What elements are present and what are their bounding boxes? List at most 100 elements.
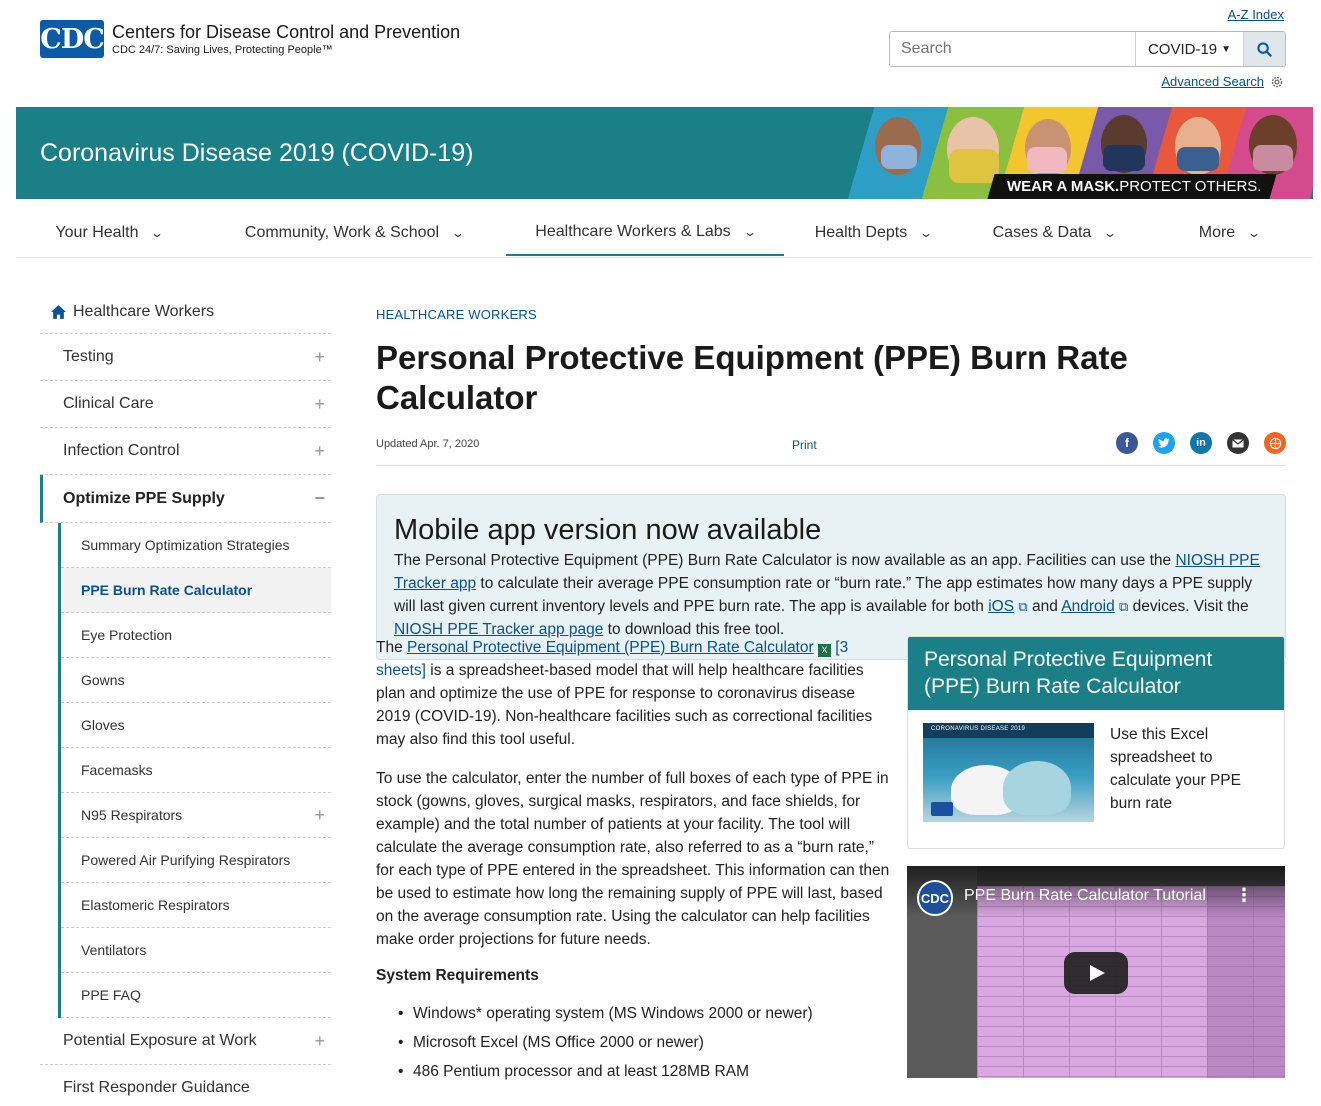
body-text: The Personal Protective Equipment (PPE) … [376,636,892,1086]
wear-a-mask-tag: WEAR A MASK. PROTECT OTHERS. [986,174,1277,199]
twitter-icon[interactable] [1153,432,1175,454]
org-name: Centers for Disease Control and Preventi… [112,22,461,42]
expand-icon[interactable]: + [314,394,325,415]
banner-title: Coronavirus Disease 2019 (COVID-19) [40,139,474,167]
nav-item-your-health[interactable]: Your Health ⌄ [16,210,202,256]
expand-icon[interactable]: + [314,441,325,462]
page-title: Personal Protective Equipment (PPE) Burn… [376,339,1128,416]
nav-item-label: Community, Work & School [244,224,440,241]
nav-item-label: Cases & Data [992,224,1092,241]
sidebar-subitem-ppe-faq[interactable]: PPE FAQ [61,973,331,1018]
site-header: CDC Centers for Disease Control and Prev… [0,0,1321,105]
sidebar-item-potential-exposure-at-work[interactable]: Potential Exposure at Work + [40,1018,331,1065]
sidebar-subitem-gloves[interactable]: Gloves [61,703,331,748]
sidebar-subitem-label: Summary Optimization Strategies [81,537,290,553]
chevron-down-icon: ⌄ [451,226,466,240]
covid-banner: Coronavirus Disease 2019 (COVID-19) WEAR… [16,107,1313,199]
sidebar-subitems: Summary Optimization Strategies PPE Burn … [58,523,331,1018]
main-content: HEALTHCARE WORKERS Personal Protective E… [376,300,1286,1086]
sidebar-subitem-label: Facemasks [81,762,153,778]
android-link[interactable]: Android [1061,598,1114,615]
linkedin-icon[interactable]: in [1190,432,1212,454]
sidebar-subitem-powered-air-purifying-respirators[interactable]: Powered Air Purifying Respirators [61,838,331,883]
sidebar-navigation: Healthcare Workers Testing + Clinical Care… [40,290,331,1106]
sidebar-subitem-label: Ventilators [81,942,147,958]
card-body: CORONAVIRUS DISEASE 2019 Use this Excel … [908,710,1284,848]
calculator-thumbnail[interactable]: CORONAVIRUS DISEASE 2019 [923,723,1094,822]
sidebar-subitem-eye-protection[interactable]: Eye Protection [61,613,331,658]
video-title[interactable]: PPE Burn Rate Calculator Tutorial [964,887,1206,905]
collapse-icon[interactable]: − [314,488,325,509]
sidebar-item-label: Clinical Care [63,395,154,412]
home-icon [51,304,66,319]
az-index-link[interactable]: A-Z Index [1228,7,1284,22]
callout-text-3: and [1027,598,1062,615]
card-description: Use this Excel spreadsheet to calculate … [1110,726,1241,812]
search-button[interactable] [1243,32,1285,66]
sidebar-subitem-label: Gowns [81,672,125,688]
social-share: f in [1116,432,1286,454]
burn-rate-calculator-link[interactable]: Personal Protective Equipment (PPE) Burn… [407,639,814,656]
sidebar-item-first-responder-guidance[interactable]: First Responder Guidance [40,1065,331,1106]
sidebar-item-label: Potential Exposure at Work [63,1032,257,1049]
intro-text-2: is a spreadsheet-based model that will h… [376,662,873,748]
card-title[interactable]: Personal Protective Equipment (PPE) Burn… [908,637,1284,710]
nav-item-label: Healthcare Workers & Labs [535,223,731,240]
nav-item-more[interactable]: More ⌄ [1146,210,1312,256]
ios-link[interactable]: iOS [988,598,1014,615]
expand-icon[interactable]: + [314,805,325,826]
syndicate-icon[interactable] [1264,432,1286,454]
section-eyebrow[interactable]: HEALTHCARE WORKERS [376,307,1286,322]
email-icon[interactable] [1227,432,1249,454]
sidebar-item-optimize-ppe-supply[interactable]: Optimize PPE Supply − [40,475,331,523]
sidebar-subitem-label: Eye Protection [81,627,173,643]
updated-date: Updated Apr. 7, 2020 [376,438,480,450]
thumbnail-label: CORONAVIRUS DISEASE 2019 [923,723,1094,738]
nav-item-health-depts[interactable]: Health Depts ⌄ [784,210,962,256]
cdc-logo[interactable]: CDC Centers for Disease Control and Prev… [40,20,460,58]
sidebar-item-clinical-care[interactable]: Clinical Care + [40,381,331,428]
sidebar-item-label: First Responder Guidance [63,1079,250,1096]
excel-file-icon: X [817,644,831,657]
nav-item-community-work-and-school[interactable]: Community, Work & School ⌄ [202,210,506,256]
sidebar-subitem-facemasks[interactable]: Facemasks [61,748,331,793]
advanced-search-link[interactable]: Advanced Search [1161,74,1264,89]
sidebar-subitem-label: Powered Air Purifying Respirators [81,852,291,868]
expand-icon[interactable]: + [314,347,325,368]
sidebar-subitem-ppe-burn-rate-calculator[interactable]: PPE Burn Rate Calculator [61,568,331,613]
nav-item-healthcare-workers-and-labs[interactable]: Healthcare Workers & Labs ⌄ [506,210,784,256]
print-link[interactable]: Print [792,438,817,452]
expand-icon[interactable]: + [314,1031,325,1052]
requirement-item: Windows* operating system (MS Windows 20… [376,999,892,1028]
wear-a-mask-banner-image: WEAR A MASK. PROTECT OTHERS. [843,107,1313,199]
search-scope-dropdown[interactable]: COVID-19 ▼ [1135,32,1243,66]
external-link-icon: ⧉ [1018,599,1028,614]
advanced-search[interactable]: Advanced Search [1161,74,1284,89]
sidebar-item-testing[interactable]: Testing + [40,334,331,381]
search-icon [1257,41,1272,57]
sidebar-subitem-label: N95 Respirators [81,807,183,823]
calculator-download-card[interactable]: Personal Protective Equipment (PPE) Burn… [907,636,1285,849]
play-button-icon[interactable] [1064,952,1128,994]
nav-item-cases-and-data[interactable]: Cases & Data ⌄ [962,210,1146,256]
sidebar-home-link[interactable]: Healthcare Workers [40,290,331,334]
caret-down-icon: ▼ [1221,43,1232,55]
sidebar-subitem-elastomeric-respirators[interactable]: Elastomeric Respirators [61,883,331,928]
facebook-icon[interactable]: f [1116,432,1138,454]
sidebar-subitem-label: Elastomeric Respirators [81,897,230,913]
sidebar-item-label: Optimize PPE Supply [63,489,225,507]
mask-tag-bold: WEAR A MASK. [1006,178,1119,195]
sidebar-subitem-summary-optimization-strategies[interactable]: Summary Optimization Strategies [61,523,331,568]
more-options-icon[interactable]: ⋮ [1235,885,1253,906]
sidebar-subitem-gowns[interactable]: Gowns [61,658,331,703]
sidebar-home-label: Healthcare Workers [73,302,215,320]
sidebar-subitem-label: PPE FAQ [81,987,141,1003]
sidebar-subitem-ventilators[interactable]: Ventilators [61,928,331,973]
cdc-channel-icon[interactable]: CDC [917,880,953,916]
sidebar-subitem-n95-respirators[interactable]: N95 Respirators + [61,793,331,838]
tutorial-video-player[interactable]: CDC PPE Burn Rate Calculator Tutorial ⋮ [907,866,1285,1078]
cdc-logo-mark: CDC [40,20,105,58]
sidebar-item-infection-control[interactable]: Infection Control + [40,428,331,475]
search-bar: COVID-19 ▼ [889,31,1286,67]
search-input[interactable] [890,32,1135,66]
